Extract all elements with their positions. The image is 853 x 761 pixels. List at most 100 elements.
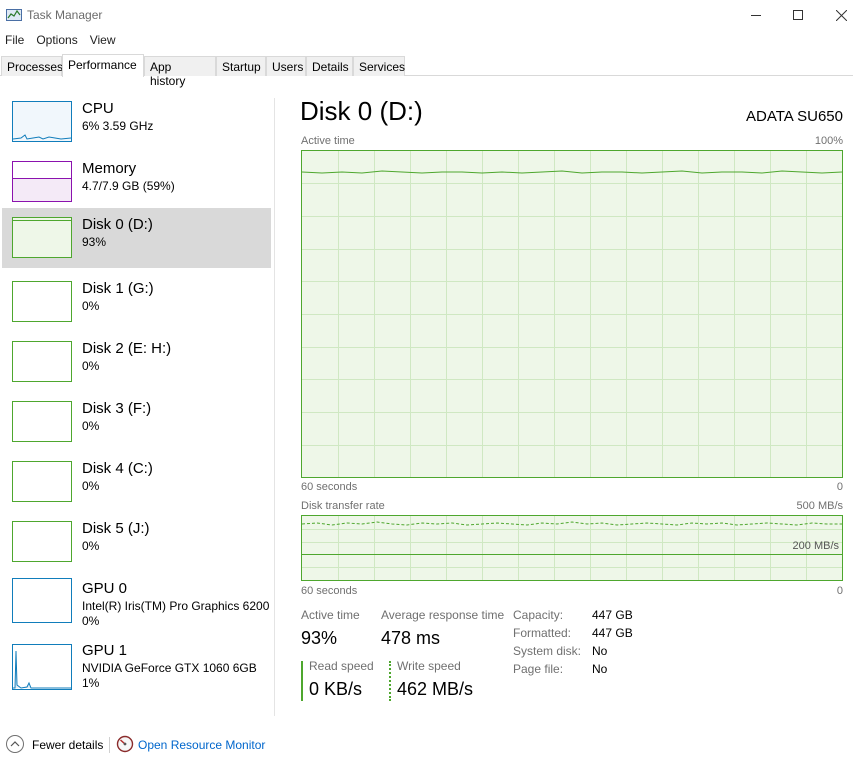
disk-5-thumbnail-graph — [12, 521, 72, 562]
page-title: Disk 0 (D:) — [300, 96, 423, 126]
sidebar-item-detail: 0% — [82, 539, 100, 553]
active-time-window-label: 60 seconds — [301, 481, 358, 493]
footer-bar: Fewer details Open Resource Monitor — [0, 734, 853, 756]
sidebar-item-detail: 0% — [82, 299, 100, 313]
tab-services[interactable]: Services — [353, 56, 405, 76]
avg-response-stat-value: 478 ms — [381, 628, 441, 648]
sidebar-item-name: Disk 0 (D:) — [82, 216, 153, 233]
sidebar-item-detail: 93% — [82, 235, 107, 249]
tab-details[interactable]: Details — [306, 56, 353, 76]
system-disk-key: System disk: — [513, 644, 582, 658]
sidebar-item-cpu[interactable]: CPU 6% 3.59 GHz — [2, 96, 271, 156]
sidebar-item-gpu-0[interactable]: GPU 0 Intel(R) Iris(TM) Pro Graphics 620… — [2, 576, 271, 636]
disk-0-thumbnail-graph — [12, 217, 72, 258]
resource-list: CPU 6% 3.59 GHz Memory 4.7/7.9 GB (59%) … — [0, 92, 274, 712]
sidebar-item-detail: 6% 3.59 GHz — [82, 119, 154, 133]
read-speed-legend — [301, 661, 303, 701]
cpu-thumbnail-graph — [12, 101, 72, 142]
close-icon — [835, 9, 847, 21]
gpu-0-thumbnail-graph — [12, 578, 72, 623]
gpu-1-thumbnail-graph — [12, 644, 72, 690]
sidebar-item-disk-5[interactable]: Disk 5 (J:) 0% — [2, 516, 271, 576]
sidebar-item-name: GPU 1 — [82, 642, 128, 659]
sidebar-item-memory[interactable]: Memory 4.7/7.9 GB (59%) — [2, 156, 271, 216]
active-time-min-label: 0 — [836, 481, 843, 493]
window-title: Task Manager — [27, 8, 103, 22]
sidebar-item-detail: 0% — [82, 359, 100, 373]
page-file-value: No — [592, 662, 608, 676]
maximize-button[interactable] — [776, 0, 820, 30]
sidebar-item-detail: NVIDIA GeForce GTX 1060 6GB — [82, 661, 257, 675]
sidebar-item-detail: 0% — [82, 479, 100, 493]
active-time-graph-canvas — [302, 151, 842, 477]
menu-file[interactable]: File — [0, 31, 31, 51]
sidebar-item-name: GPU 0 — [82, 580, 128, 597]
sidebar-item-name: Disk 2 (E: H:) — [82, 340, 172, 357]
write-speed-legend — [389, 661, 391, 701]
read-speed-value: 0 KB/s — [309, 679, 363, 699]
transfer-rate-graph: 200 MB/s — [301, 515, 843, 581]
tab-users[interactable]: Users — [266, 56, 306, 76]
tab-app-history[interactable]: App history — [144, 56, 216, 88]
sidebar-item-disk-0[interactable]: Disk 0 (D:) 93% — [2, 208, 271, 268]
disk-3-thumbnail-graph — [12, 401, 72, 442]
active-time-graph-label: Active time — [301, 135, 355, 147]
sidebar-item-disk-4[interactable]: Disk 4 (C:) 0% — [2, 456, 271, 516]
close-button[interactable] — [819, 0, 853, 30]
tab-startup[interactable]: Startup — [216, 56, 266, 76]
disk-2-thumbnail-graph — [12, 341, 72, 382]
transfer-rate-mid-label: 200 MB/s — [792, 540, 839, 552]
sidebar-item-detail: 0% — [82, 419, 100, 433]
memory-fill — [13, 178, 71, 201]
sidebar-item-detail-2: 1% — [82, 676, 100, 690]
disk-1-thumbnail-graph — [12, 281, 72, 322]
tab-performance[interactable]: Performance — [62, 54, 144, 77]
transfer-rate-max-label: 500 MB/s — [796, 500, 843, 512]
minimize-button[interactable] — [734, 0, 778, 30]
task-manager-icon — [6, 9, 22, 21]
chevron-up-glyph — [10, 741, 20, 747]
sidebar-item-name: Memory — [82, 160, 137, 177]
sidebar-item-name: Disk 4 (C:) — [82, 460, 153, 477]
minimize-icon — [751, 15, 761, 16]
write-speed-label: Write speed — [397, 659, 461, 673]
sidebar-item-disk-1[interactable]: Disk 1 (G:) 0% — [2, 276, 271, 336]
footer-divider — [109, 737, 110, 753]
resource-monitor-icon[interactable] — [116, 735, 134, 753]
formatted-key: Formatted: — [513, 626, 572, 640]
sidebar-item-disk-3[interactable]: Disk 3 (F:) 0% — [2, 396, 271, 456]
sidebar-item-name: CPU — [82, 100, 114, 117]
cpu-sparkline — [13, 134, 71, 140]
sidebar-item-detail: 4.7/7.9 GB (59%) — [82, 179, 175, 193]
page-file-key: Page file: — [513, 662, 564, 676]
tab-strip: Processes Performance App history Startu… — [0, 54, 853, 88]
active-time-stat-label: Active time — [301, 608, 360, 622]
panel-splitter[interactable] — [274, 98, 275, 716]
sidebar-item-name: Disk 3 (F:) — [82, 400, 152, 417]
disk-0-line — [13, 220, 71, 221]
menu-options[interactable]: Options — [31, 31, 84, 51]
transfer-rate-min-label: 0 — [836, 585, 843, 597]
active-time-graph — [301, 150, 843, 478]
disk-model: ADATA SU650 — [746, 108, 843, 125]
sidebar-item-gpu-1[interactable]: GPU 1 NVIDIA GeForce GTX 1060 6GB 1% — [2, 642, 271, 702]
sidebar-item-name: Disk 1 (G:) — [82, 280, 154, 297]
sidebar-item-detail-2: 0% — [82, 614, 100, 628]
chevron-up-icon[interactable] — [6, 735, 24, 753]
transfer-rate-graph-canvas — [302, 516, 842, 580]
memory-thumbnail-graph — [12, 161, 72, 202]
title-bar: Task Manager — [0, 0, 853, 30]
transfer-rate-window-label: 60 seconds — [301, 585, 358, 597]
open-resource-monitor-link[interactable]: Open Resource Monitor — [138, 738, 265, 752]
read-speed-label: Read speed — [309, 659, 374, 673]
transfer-rate-graph-label: Disk transfer rate — [301, 500, 385, 512]
write-speed-value: 462 MB/s — [397, 679, 474, 699]
menu-view[interactable]: View — [85, 31, 123, 51]
system-disk-value: No — [592, 644, 608, 658]
fewer-details-button[interactable]: Fewer details — [32, 738, 103, 752]
tab-processes[interactable]: Processes — [1, 56, 63, 76]
sidebar-item-disk-2[interactable]: Disk 2 (E: H:) 0% — [2, 336, 271, 396]
sidebar-item-name: Disk 5 (J:) — [82, 520, 150, 537]
capacity-key: Capacity: — [513, 608, 564, 622]
disk-4-thumbnail-graph — [12, 461, 72, 502]
